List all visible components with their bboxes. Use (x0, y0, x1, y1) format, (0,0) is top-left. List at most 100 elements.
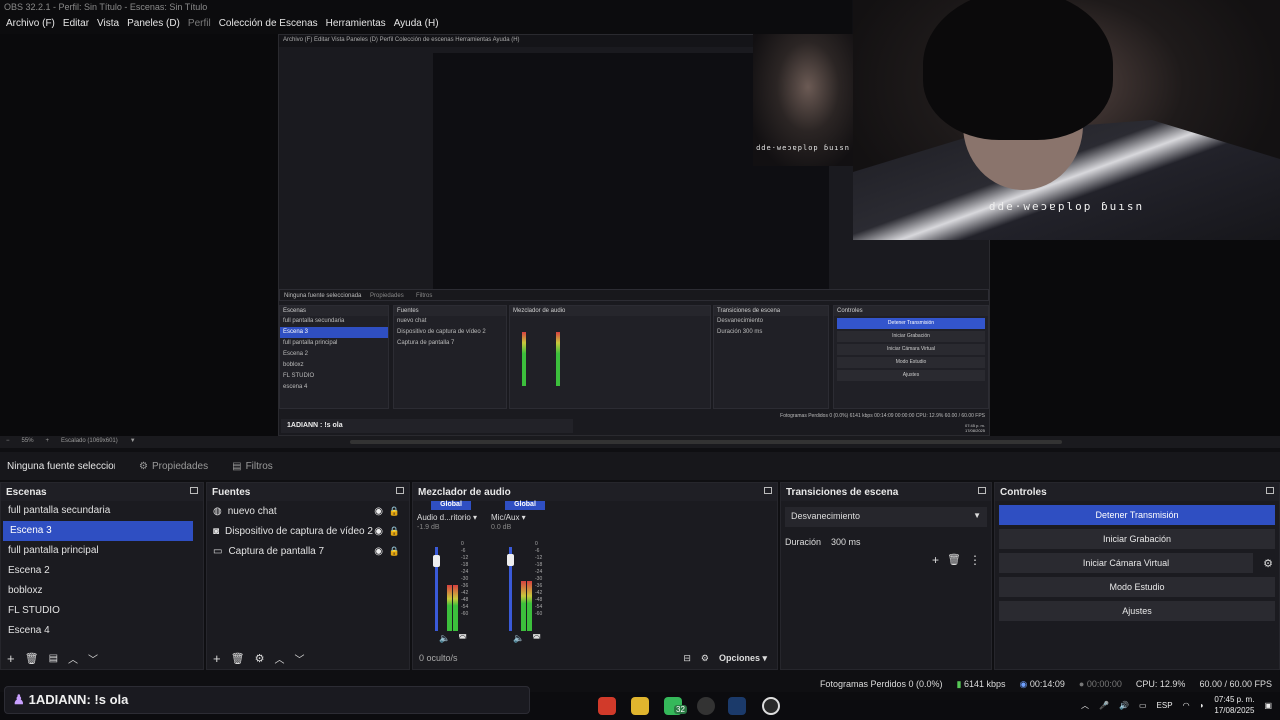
headphones-icon[interactable]: ◚ (458, 633, 467, 644)
scene-item[interactable]: FL STUDIO (1, 601, 203, 621)
move-down-button[interactable]: ﹀ (294, 651, 304, 666)
zoom-bar: − 55% + Escalado (1069x601) ▼ (0, 436, 1280, 448)
level-meter (453, 584, 458, 631)
language[interactable]: ESP (1157, 701, 1173, 710)
menu-item[interactable]: Colección de Escenas (215, 16, 322, 34)
lock-icon[interactable]: 🔒 (389, 526, 400, 537)
menu-item[interactable]: Perfil (184, 16, 215, 34)
move-up-button[interactable]: ︿ (274, 651, 284, 666)
source-item[interactable]: ▭ Captura de pantalla 7 ◉ 🔒 (207, 541, 409, 561)
lock-icon[interactable]: 🔒 (389, 506, 400, 517)
scene-list: full pantalla secundaria Escena 3 full pan… (1, 501, 203, 641)
properties-button[interactable]: ⚙ Propiedades (139, 461, 208, 472)
nested-scene-item: full pantalla principal (283, 340, 338, 346)
clock[interactable]: 07:45 p. m. 17/08/2025 (1214, 694, 1254, 716)
mic-icon[interactable]: 🎤 (1099, 701, 1109, 710)
channel-name[interactable]: Audio d...ritorio ▾ (417, 513, 485, 522)
chevron-down-icon[interactable]: ▼ (130, 438, 136, 446)
add-transition-button[interactable]: + (932, 553, 939, 567)
menu-item[interactable]: Paneles (D) (123, 16, 184, 34)
scene-item[interactable]: full pantalla secundaria (1, 501, 203, 521)
github-icon[interactable] (762, 697, 780, 715)
channel-name[interactable]: Mic/Aux ▾ (491, 513, 559, 522)
nested-transition-type: Desvanecimiento (717, 318, 764, 324)
eye-icon[interactable]: ◉ (374, 506, 383, 517)
scene-item[interactable]: Escena 2 (1, 561, 203, 581)
fader-knob[interactable] (433, 554, 440, 567)
menu-item[interactable]: Ayuda (H) (390, 16, 443, 34)
meter-ticks: 0 -6 -12 -18 -24 -30 -36 -42 -48 -54 -60 (535, 541, 542, 618)
hidden-count: 0 oculto/s (419, 653, 458, 663)
control-button[interactable]: Ajustes (999, 601, 1275, 621)
speaker-icon[interactable]: 🔈 (439, 633, 450, 644)
add-scene-button[interactable]: + (7, 651, 15, 666)
add-source-button[interactable]: + (213, 651, 221, 666)
float-dock-icon[interactable] (978, 487, 986, 494)
preview-scrollbar[interactable] (350, 440, 1062, 444)
duration-input[interactable]: 300 ms (831, 537, 861, 547)
mixer-options-button[interactable]: Opciones ▾ (719, 653, 767, 664)
float-dock-icon[interactable] (764, 487, 772, 494)
menu-item[interactable]: Vista (93, 16, 123, 34)
remove-transition-button[interactable]: 🗑 (947, 553, 961, 567)
zoom-out-button[interactable]: − (6, 438, 10, 446)
headphones-icon[interactable]: ◚ (532, 633, 541, 644)
scene-item[interactable]: Escena 4 (1, 621, 203, 641)
volume-icon[interactable]: 🔊 (1119, 701, 1129, 710)
remove-scene-button[interactable]: 🗑 (25, 652, 39, 665)
remove-source-button[interactable]: 🗑 (231, 652, 245, 665)
menu-item[interactable]: Archivo (F) (2, 16, 59, 34)
network-icon[interactable]: ◠ (1183, 701, 1190, 710)
meter-tick: -60 (535, 611, 543, 617)
float-dock-icon[interactable] (1266, 487, 1274, 494)
source-settings-button[interactable]: ⚙ (255, 652, 265, 665)
more-options-icon[interactable]: ⋮ (969, 553, 981, 567)
zoom-level: 55% (21, 438, 34, 444)
scene-item[interactable]: full pantalla principal (1, 541, 203, 561)
eye-icon[interactable]: ◉ (374, 546, 383, 557)
advanced-audio-icon[interactable]: ⚙ (701, 653, 709, 664)
scene-filters-button[interactable]: ▤ (49, 653, 58, 664)
sources-title: Fuentes (207, 483, 409, 501)
float-dock-icon[interactable] (396, 487, 404, 494)
chevron-up-icon[interactable]: ︿ (1081, 700, 1089, 711)
transition-select[interactable]: Desvanecimiento ▼ (785, 507, 987, 527)
menu-item[interactable]: Editar (59, 16, 93, 34)
brave-icon[interactable] (598, 697, 616, 715)
control-button[interactable]: Modo Estudio (999, 577, 1275, 597)
menu-item[interactable]: Herramientas (322, 16, 390, 34)
layout-icon[interactable]: ⊟ (683, 653, 691, 664)
control-button[interactable]: Iniciar Cámara Virtual ⚙ (999, 553, 1273, 573)
battery-icon[interactable]: ▭ (1139, 701, 1147, 710)
steam-icon[interactable] (728, 697, 746, 715)
move-up-button[interactable]: ︿ (68, 651, 78, 666)
transitions-title: Transiciones de escena (781, 483, 991, 501)
float-dock-icon[interactable] (190, 487, 198, 494)
mixer-options-label: Opciones (718, 652, 760, 663)
speaker-icon[interactable]: 🔈 (513, 633, 524, 644)
fader-knob[interactable] (507, 553, 514, 566)
whatsapp-icon[interactable]: 32 (664, 697, 687, 715)
speaker-icon[interactable]: ◗ (1200, 701, 1205, 710)
filters-button[interactable]: ▤ Filtros (232, 461, 273, 472)
zoom-in-button[interactable]: + (46, 438, 50, 446)
scene-item[interactable]: Escena 3 (3, 521, 193, 541)
obs-icon[interactable] (697, 697, 715, 715)
channel-global-label: Global (505, 501, 545, 510)
notification-icon[interactable]: ▣ (1264, 701, 1272, 710)
control-button-label: Detener Transmisión (1095, 510, 1179, 520)
eye-icon[interactable]: ◉ (374, 526, 383, 537)
folder-icon[interactable] (631, 697, 649, 715)
lock-icon[interactable]: 🔒 (389, 546, 400, 557)
channel-icons: 🔈 ◚ (439, 633, 467, 644)
webcam-small-overlay-text: dde·weɔɐplop ɓuısn (756, 144, 850, 152)
source-item[interactable]: ◍ nuevo chat ◉ 🔒 (207, 501, 409, 521)
scene-item[interactable]: bobloxz (1, 581, 203, 601)
move-down-button[interactable]: ﹀ (88, 651, 98, 666)
control-button[interactable]: Detener Transmisión (999, 505, 1275, 525)
gear-icon[interactable]: ⚙ (1263, 557, 1273, 570)
nested-source-bar: Ninguna fuente seleccionada Propiedades … (279, 289, 989, 301)
nested-date: 17/08/2025 (964, 428, 985, 433)
control-button[interactable]: Iniciar Grabación (999, 529, 1275, 549)
source-item[interactable]: ◙ Dispositivo de captura de vídeo 2 ◉ 🔒 (207, 521, 409, 541)
